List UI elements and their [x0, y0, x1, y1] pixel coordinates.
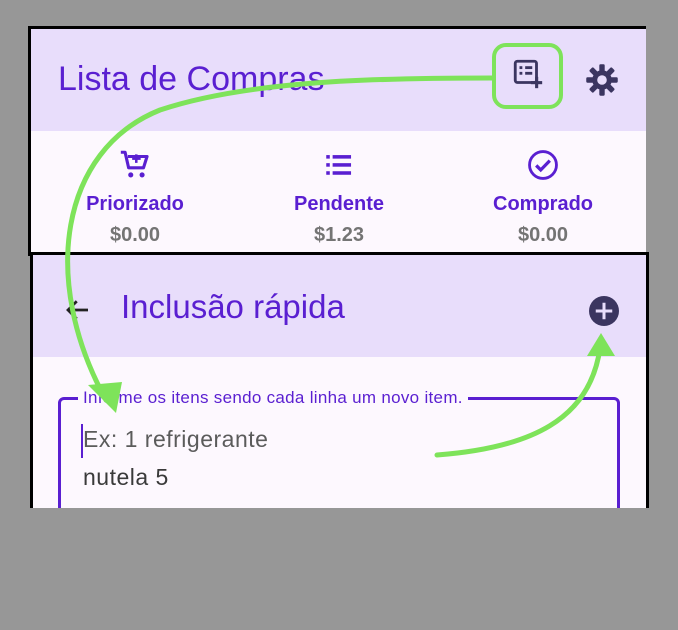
arrow-back-icon	[63, 300, 93, 329]
items-textarea[interactable]: Informe os itens sendo cada linha um nov…	[58, 388, 620, 508]
check-circle-icon	[453, 147, 633, 183]
note-add-icon	[511, 57, 545, 96]
plus-circle-icon	[586, 296, 622, 333]
cart-icon	[45, 147, 225, 183]
placeholder-line-2: nutela 5	[83, 464, 169, 490]
settings-button[interactable]	[584, 62, 620, 103]
quick-add-screen: Inclusão rápida Informe os itens sendo c…	[30, 252, 649, 508]
tab-total: $0.00	[109, 224, 161, 246]
page-title: Inclusão rápida	[121, 288, 345, 325]
tab-label: Pendente	[293, 193, 385, 215]
tab-comprado[interactable]: Comprado $0.00	[453, 147, 633, 247]
placeholder-line-1: Ex: 1 refrigerante	[83, 426, 269, 452]
app-bar: Inclusão rápida	[33, 255, 646, 357]
tab-pendente[interactable]: Pendente $1.23	[249, 147, 429, 247]
list-icon	[249, 147, 429, 183]
shopping-list-screen: Lista de Compras Priorizado $0.00 Penden…	[28, 26, 646, 256]
page-title: Lista de Compras	[58, 60, 325, 98]
field-label: Informe os itens sendo cada linha um nov…	[78, 388, 468, 408]
add-list-button[interactable]	[492, 43, 563, 109]
tab-total: $1.23	[313, 224, 365, 246]
tab-priorizado[interactable]: Priorizado $0.00	[45, 147, 225, 247]
tab-label: Comprado	[493, 193, 593, 215]
tab-label: Priorizado	[86, 193, 184, 215]
add-items-button[interactable]	[586, 293, 622, 334]
gear-icon	[584, 64, 620, 102]
back-button[interactable]	[63, 295, 93, 330]
app-bar: Lista de Compras	[31, 29, 646, 131]
tab-total: $0.00	[517, 224, 569, 246]
